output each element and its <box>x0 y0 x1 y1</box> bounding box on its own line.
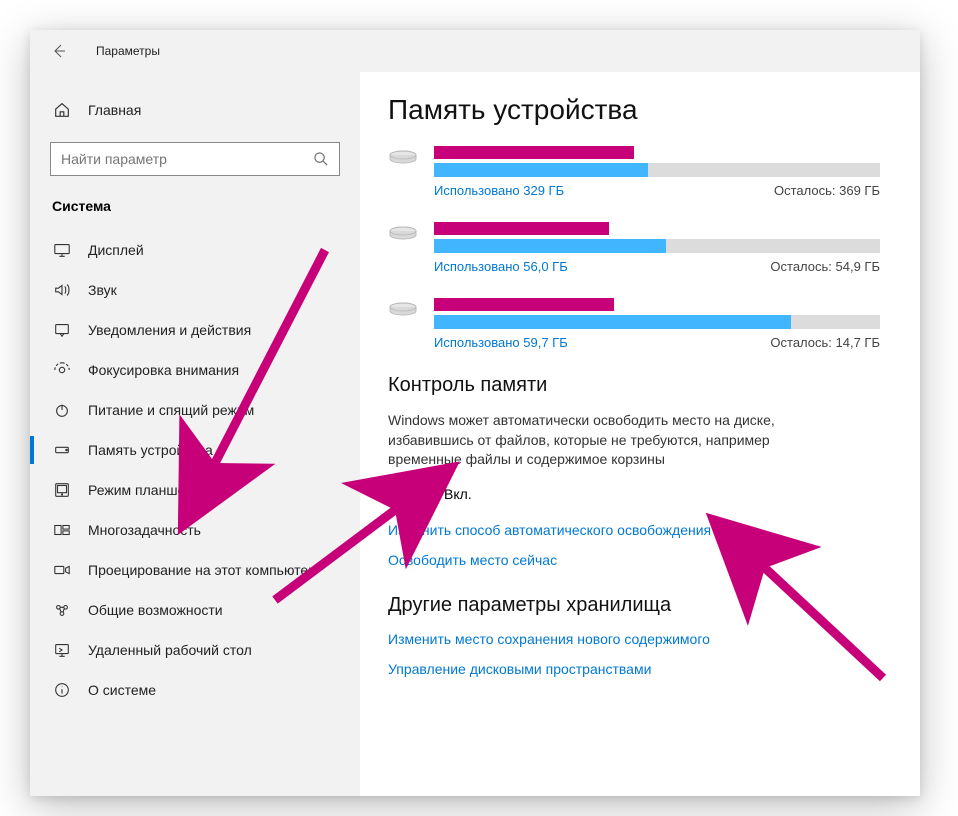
sidebar-item-label: Память устройства <box>88 442 213 458</box>
focus-icon <box>52 360 72 380</box>
window-title: Параметры <box>96 44 160 58</box>
sound-icon <box>52 280 72 300</box>
settings-window: Параметры Главная Система Дисплей Звук У… <box>30 30 920 796</box>
drive-icon <box>388 298 418 320</box>
storage-sense-desc: Windows может автоматически освободить м… <box>388 411 808 470</box>
multitask-icon <box>52 520 72 540</box>
sidebar-item-project[interactable]: Проецирование на этот компьютер <box>30 550 360 590</box>
link-configure-storage-sense[interactable]: Изменить способ автоматического освобожд… <box>388 522 880 538</box>
drive-used-text: Использовано 59,7 ГБ <box>434 335 568 350</box>
drive-usage-bar <box>434 239 880 253</box>
drive-name-redacted <box>434 298 614 311</box>
page-title: Память устройства <box>388 94 880 126</box>
home-link[interactable]: Главная <box>30 90 360 130</box>
home-icon <box>52 100 72 120</box>
sidebar-item-label: Удаленный рабочий стол <box>88 642 252 658</box>
sidebar-item-notifications[interactable]: Уведомления и действия <box>30 310 360 350</box>
home-label: Главная <box>88 102 141 118</box>
sidebar-item-about[interactable]: О системе <box>30 670 360 710</box>
sidebar-item-shared[interactable]: Общие возможности <box>30 590 360 630</box>
drive-used-text: Использовано 56,0 ГБ <box>434 259 568 274</box>
back-button[interactable] <box>50 42 68 60</box>
about-icon <box>52 680 72 700</box>
drive-row[interactable]: Использовано 329 ГБ Осталось: 369 ГБ <box>388 146 880 198</box>
tablet-icon <box>52 480 72 500</box>
other-storage-heading: Другие параметры хранилища <box>388 594 880 617</box>
sidebar-item-label: Питание и спящий режим <box>88 402 254 418</box>
storage-sense-toggle[interactable] <box>388 484 432 504</box>
link-free-up-now[interactable]: Освободить место сейчас <box>388 552 880 568</box>
sidebar-item-label: Многозадачность <box>88 522 201 538</box>
sidebar-item-label: Звук <box>88 282 117 298</box>
drive-free-text: Осталось: 54,9 ГБ <box>770 259 880 274</box>
drive-usage-bar <box>434 315 880 329</box>
sidebar-item-tablet[interactable]: Режим планшета <box>30 470 360 510</box>
drive-name-redacted <box>434 146 634 159</box>
sidebar-item-label: О системе <box>88 682 156 698</box>
sidebar: Главная Система Дисплей Звук Уведомления… <box>30 72 360 796</box>
remote-icon <box>52 640 72 660</box>
sidebar-item-label: Проецирование на этот компьютер <box>88 562 316 578</box>
project-icon <box>52 560 72 580</box>
storage-sense-heading: Контроль памяти <box>388 374 880 397</box>
sidebar-section-header: Система <box>30 194 360 230</box>
drive-name-redacted <box>434 222 609 235</box>
sidebar-item-power[interactable]: Питание и спящий режим <box>30 390 360 430</box>
drive-icon <box>388 222 418 244</box>
drive-used-text: Использовано 329 ГБ <box>434 183 564 198</box>
drive-usage-bar <box>434 163 880 177</box>
link-manage-storage-spaces[interactable]: Управление дисковыми пространствами <box>388 661 880 677</box>
notifications-icon <box>52 320 72 340</box>
drive-free-text: Осталось: 14,7 ГБ <box>770 335 880 350</box>
search-box[interactable] <box>50 142 340 176</box>
sidebar-item-label: Фокусировка внимания <box>88 362 239 378</box>
sidebar-item-label: Общие возможности <box>88 602 223 618</box>
back-arrow-icon <box>51 43 67 59</box>
toggle-state-label: Вкл. <box>444 486 472 502</box>
link-change-save-locations[interactable]: Изменить место сохранения нового содержи… <box>388 631 880 647</box>
sidebar-item-sound[interactable]: Звук <box>30 270 360 310</box>
shared-icon <box>52 600 72 620</box>
sidebar-item-multitask[interactable]: Многозадачность <box>30 510 360 550</box>
storage-icon <box>52 440 72 460</box>
sidebar-item-display[interactable]: Дисплей <box>30 230 360 270</box>
power-icon <box>52 400 72 420</box>
search-icon <box>313 151 329 167</box>
search-input[interactable] <box>61 151 313 167</box>
drive-row[interactable]: Использовано 59,7 ГБ Осталось: 14,7 ГБ <box>388 298 880 350</box>
drive-free-text: Осталось: 369 ГБ <box>774 183 880 198</box>
content-pane: Память устройства Использовано 329 ГБ Ос… <box>360 72 920 796</box>
titlebar: Параметры <box>30 30 920 72</box>
sidebar-item-storage[interactable]: Память устройства <box>30 430 360 470</box>
display-icon <box>52 240 72 260</box>
drive-icon <box>388 146 418 168</box>
sidebar-item-label: Уведомления и действия <box>88 322 251 338</box>
drive-row[interactable]: Использовано 56,0 ГБ Осталось: 54,9 ГБ <box>388 222 880 274</box>
sidebar-item-label: Режим планшета <box>88 482 199 498</box>
sidebar-item-label: Дисплей <box>88 242 144 258</box>
sidebar-item-remote[interactable]: Удаленный рабочий стол <box>30 630 360 670</box>
sidebar-item-focus[interactable]: Фокусировка внимания <box>30 350 360 390</box>
